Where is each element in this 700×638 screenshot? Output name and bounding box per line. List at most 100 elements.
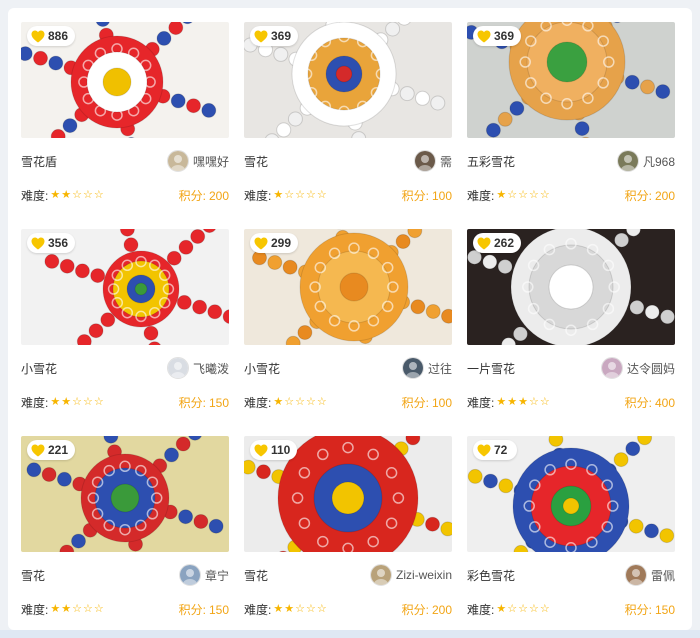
card-meta: 彩色雪花 雷佩 bbox=[467, 563, 675, 587]
red-white-snowflake-photo[interactable]: 886 bbox=[21, 22, 229, 138]
card-title[interactable]: 雪花 bbox=[244, 567, 268, 584]
multicolor-snowflake-photo[interactable]: 369 bbox=[244, 22, 452, 138]
author-name[interactable]: 嘿嘿好 bbox=[193, 153, 229, 170]
difficulty: 难度: ★ ★ ★ ☆ ☆ bbox=[467, 394, 550, 411]
star-filled-icon: ★ bbox=[273, 188, 284, 201]
star-empty-icon: ☆ bbox=[528, 395, 539, 408]
difficulty: 难度: ★ ☆ ☆ ☆ ☆ bbox=[244, 187, 327, 204]
avatar[interactable] bbox=[369, 564, 392, 586]
author-name[interactable]: 凡968 bbox=[643, 153, 675, 170]
snowflake-card[interactable]: 299 小雪花 过往 难度: ★ ☆ ☆ ☆ ☆ 积分: 100 bbox=[244, 229, 452, 410]
author-name[interactable]: 达令圆妈 bbox=[627, 360, 675, 377]
card-title[interactable]: 雪花 bbox=[21, 567, 45, 584]
difficulty-stars: ★ ★ ☆ ☆ ☆ bbox=[50, 603, 103, 615]
card-meta: 小雪花 飞曦泼 bbox=[21, 356, 229, 380]
author[interactable]: 过往 bbox=[401, 357, 452, 379]
author-name[interactable]: Zizi-weixin bbox=[396, 568, 452, 582]
author[interactable]: 凡968 bbox=[616, 150, 675, 172]
avatar[interactable] bbox=[616, 150, 639, 172]
card-title[interactable]: 五彩雪花 bbox=[467, 153, 515, 170]
difficulty-label: 难度: bbox=[467, 602, 495, 617]
difficulty-label: 难度: bbox=[244, 188, 272, 203]
card-meta: 一片雪花 达令圆妈 bbox=[467, 356, 675, 380]
author-name[interactable]: 需 bbox=[440, 153, 452, 170]
score-value: 150 bbox=[654, 602, 675, 617]
likes-count: 369 bbox=[494, 29, 515, 43]
difficulty-label: 难度: bbox=[244, 602, 272, 617]
snowflake-card[interactable]: 356 小雪花 飞曦泼难度: ★ ★ ☆ ☆ ☆ 积分: 150 bbox=[21, 229, 229, 410]
avatar[interactable] bbox=[401, 357, 424, 379]
star-empty-icon: ☆ bbox=[539, 395, 550, 408]
score: 积分: 400 bbox=[625, 394, 675, 411]
author[interactable]: 章宁 bbox=[178, 564, 229, 586]
card-meta: 小雪花 过往 bbox=[244, 356, 452, 380]
card-stats: 难度: ★ ★ ☆ ☆ ☆ 积分: 150 bbox=[21, 601, 229, 617]
author[interactable]: 雷佩 bbox=[624, 564, 675, 586]
card-stats: 难度: ★ ★ ☆ ☆ ☆ 积分: 200 bbox=[244, 601, 452, 617]
white-snowflake-photo[interactable]: 262 bbox=[467, 229, 675, 345]
author[interactable]: Zizi-weixin bbox=[369, 564, 452, 586]
star-filled-icon: ★ bbox=[273, 602, 284, 615]
color-gear-snowflake-photo[interactable]: 72 bbox=[467, 436, 675, 552]
author-name[interactable]: 雷佩 bbox=[651, 567, 675, 584]
star-empty-icon: ☆ bbox=[82, 188, 93, 201]
card-title[interactable]: 小雪花 bbox=[244, 360, 280, 377]
difficulty: 难度: ★ ☆ ☆ ☆ ☆ bbox=[467, 601, 550, 618]
author-name[interactable]: 过往 bbox=[428, 360, 452, 377]
card-title[interactable]: 彩色雪花 bbox=[467, 567, 515, 584]
avatar[interactable] bbox=[178, 564, 201, 586]
rainbow-snowflake-photo[interactable]: 369 bbox=[467, 22, 675, 138]
card-stats: 难度: ★ ★ ☆ ☆ ☆ 积分: 150 bbox=[21, 394, 229, 410]
star-empty-icon: ☆ bbox=[305, 395, 316, 408]
likes-count: 356 bbox=[48, 236, 69, 250]
avatar[interactable] bbox=[600, 357, 623, 379]
star-empty-icon: ☆ bbox=[507, 602, 518, 615]
star-filled-icon: ★ bbox=[496, 395, 507, 408]
hand-snowflake-photo[interactable]: 356 bbox=[21, 229, 229, 345]
card-title[interactable]: 一片雪花 bbox=[467, 360, 515, 377]
score-label: 积分: bbox=[401, 395, 429, 410]
card-title[interactable]: 雪花 bbox=[244, 153, 268, 170]
likes-badge: 72 bbox=[473, 440, 517, 460]
author[interactable]: 需 bbox=[413, 150, 452, 172]
author-name[interactable]: 章宁 bbox=[205, 567, 229, 584]
author[interactable]: 飞曦泼 bbox=[166, 357, 229, 379]
avatar[interactable] bbox=[166, 150, 189, 172]
star-filled-icon: ★ bbox=[496, 188, 507, 201]
heart-icon bbox=[31, 30, 45, 42]
snowflake-card[interactable]: 886 雪花盾 嘿嘿好难度: ★ ★ ☆ ☆ ☆ 积分: 200 bbox=[21, 22, 229, 203]
star-empty-icon: ☆ bbox=[295, 395, 305, 408]
avatar[interactable] bbox=[166, 357, 189, 379]
snowflake-card[interactable]: 262 一片雪花 达令圆妈 难度: ★ ★ ★ ☆ ☆ 积分: 400 bbox=[467, 229, 675, 410]
orange-snowflake-photo[interactable]: 299 bbox=[244, 229, 452, 345]
snowflake-card[interactable]: 110 雪花 Zizi-weixin 难度: ★ ★ ☆ ☆ ☆ 积分: 200 bbox=[244, 436, 452, 617]
star-empty-icon: ☆ bbox=[305, 602, 316, 615]
snowflake-card[interactable]: 369 五彩雪花 凡968 难度: ★ ☆ ☆ ☆ ☆ 积分: 200 bbox=[467, 22, 675, 203]
card-title[interactable]: 小雪花 bbox=[21, 360, 57, 377]
snowflake-card[interactable]: 72 彩色雪花 雷佩 难度: ★ ☆ ☆ ☆ ☆ 积分: 150 bbox=[467, 436, 675, 617]
card-stats: 难度: ★ ★ ☆ ☆ ☆ 积分: 200 bbox=[21, 187, 229, 203]
star-filled-icon: ★ bbox=[273, 395, 284, 408]
author-name[interactable]: 飞曦泼 bbox=[193, 360, 229, 377]
star-empty-icon: ☆ bbox=[518, 602, 528, 615]
likes-badge: 221 bbox=[27, 440, 76, 460]
difficulty-label: 难度: bbox=[467, 188, 495, 203]
card-stats: 难度: ★ ☆ ☆ ☆ ☆ 积分: 100 bbox=[244, 394, 452, 410]
card-stats: 难度: ★ ★ ★ ☆ ☆ 积分: 400 bbox=[467, 394, 675, 410]
author[interactable]: 达令圆妈 bbox=[600, 357, 675, 379]
star-empty-icon: ☆ bbox=[539, 602, 550, 615]
avatar[interactable] bbox=[624, 564, 647, 586]
author[interactable]: 嘿嘿好 bbox=[166, 150, 229, 172]
card-title[interactable]: 雪花盾 bbox=[21, 153, 57, 170]
star-filled-icon: ★ bbox=[284, 602, 295, 615]
snowflake-card[interactable]: 369 雪花需难度: ★ ☆ ☆ ☆ ☆ 积分: 100 bbox=[244, 22, 452, 203]
snowflake-card[interactable]: 221 雪花 章宁难度: ★ ★ ☆ ☆ ☆ 积分: 150 bbox=[21, 436, 229, 617]
card-meta: 雪花 Zizi-weixin bbox=[244, 563, 452, 587]
likes-badge: 262 bbox=[473, 233, 522, 253]
score-value: 100 bbox=[431, 395, 452, 410]
mat-snowflake-photo[interactable]: 221 bbox=[21, 436, 229, 552]
avatar[interactable] bbox=[413, 150, 436, 172]
plate-snowflake-photo[interactable]: 110 bbox=[244, 436, 452, 552]
score: 积分: 150 bbox=[179, 394, 229, 411]
likes-count: 886 bbox=[48, 29, 69, 43]
